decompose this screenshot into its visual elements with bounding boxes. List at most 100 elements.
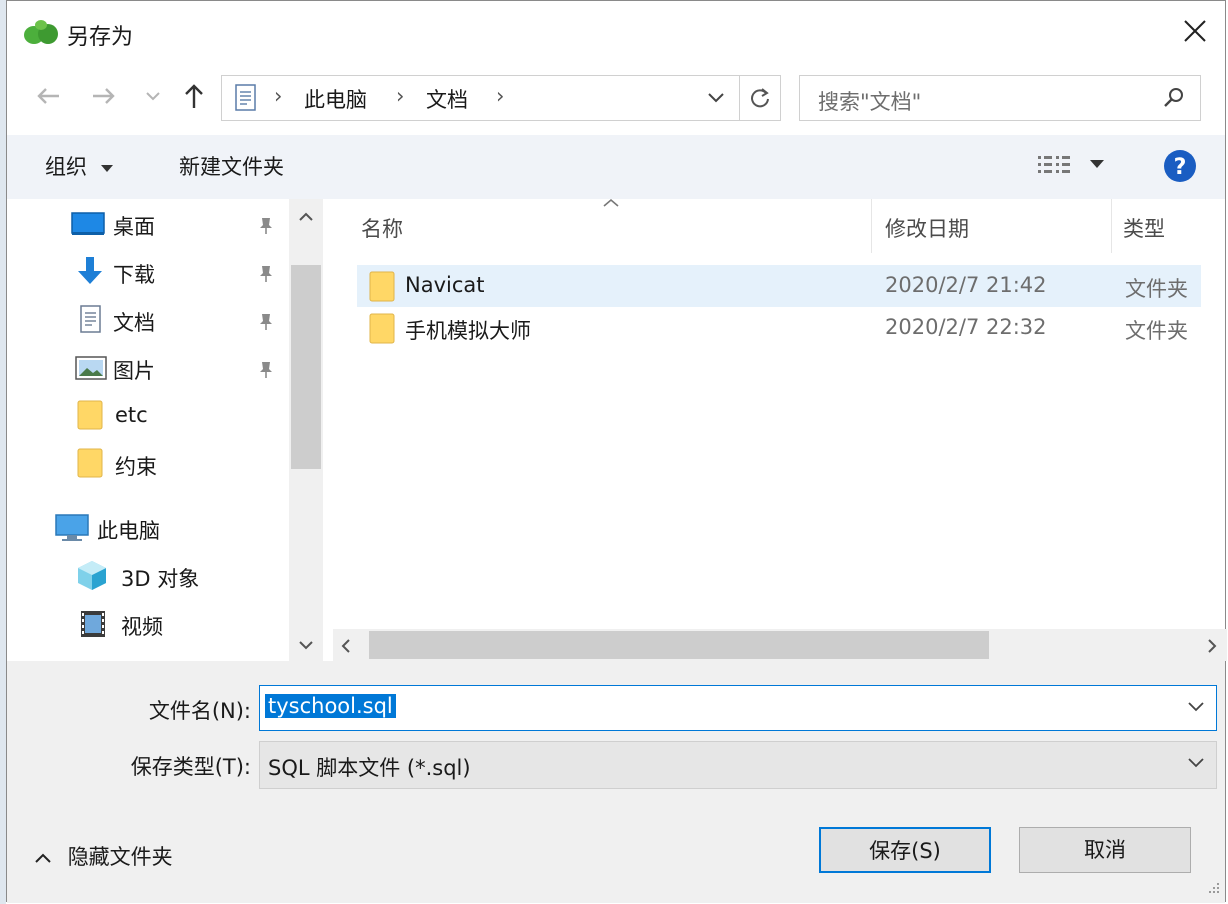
sidebar-item-downloads[interactable]: 下载 xyxy=(71,251,281,291)
document-icon xyxy=(80,305,101,333)
breadcrumb-documents[interactable]: 文档 xyxy=(426,84,468,114)
help-icon[interactable]: ? xyxy=(1163,149,1197,183)
sidebar-item-label: 此电脑 xyxy=(97,519,160,543)
sidebar-item-etc[interactable]: etc xyxy=(71,395,281,435)
scroll-up-icon[interactable] xyxy=(297,209,315,223)
view-dropdown-icon[interactable] xyxy=(1089,159,1105,171)
file-name: 手机模拟大师 xyxy=(405,319,531,343)
file-row[interactable]: 手机模拟大师 2020/2/7 22:32 文件夹 xyxy=(357,307,1201,349)
column-header-label: 类型 xyxy=(1123,217,1165,241)
cancel-button[interactable]: 取消 xyxy=(1019,827,1191,873)
sidebar-item-desktop[interactable]: 桌面 xyxy=(71,203,281,243)
save-button[interactable]: 保存(S) xyxy=(819,827,991,873)
back-button[interactable] xyxy=(31,81,65,115)
new-folder-button[interactable]: 新建文件夹 xyxy=(179,151,284,181)
chevron-down-icon[interactable] xyxy=(1186,700,1206,714)
folder-icon xyxy=(77,400,103,430)
filename-input[interactable]: tyschool.sql xyxy=(259,685,1217,731)
file-modified: 2020/2/7 22:32 xyxy=(885,315,1047,339)
refresh-icon xyxy=(751,88,769,108)
navigation-pane: 桌面 下载 文档 图片 etc 约束 此电脑 3D 对象 视频 xyxy=(7,199,323,661)
view-options-icon[interactable] xyxy=(1037,153,1071,179)
pin-icon[interactable] xyxy=(259,313,273,331)
navigation-scrollbar-thumb[interactable] xyxy=(291,265,321,469)
hide-folders-toggle[interactable]: 隐藏文件夹 xyxy=(33,841,173,871)
arrow-left-icon xyxy=(37,88,59,104)
file-modified: 2020/2/7 21:42 xyxy=(885,273,1047,297)
search-icon[interactable] xyxy=(1162,86,1186,110)
dropdown-triangle-icon xyxy=(100,165,113,172)
pin-icon[interactable] xyxy=(259,217,273,235)
address-bar[interactable]: › 此电脑 › 文档 › xyxy=(221,75,781,121)
dialog-title: 另存为 xyxy=(67,25,134,50)
filename-value: tyschool.sql xyxy=(265,694,396,718)
filetype-select[interactable]: SQL 脚本文件 (*.sql) xyxy=(259,741,1217,789)
scroll-down-icon[interactable] xyxy=(297,639,315,653)
file-list-scrollbar-thumb[interactable] xyxy=(369,631,989,659)
resize-grip-icon[interactable] xyxy=(1203,879,1221,897)
arrow-right-icon xyxy=(93,88,115,104)
sidebar-item-label: 桌面 xyxy=(113,215,155,239)
column-header-modified[interactable]: 修改日期 xyxy=(885,199,1111,257)
up-button[interactable] xyxy=(177,81,211,115)
column-header-label: 修改日期 xyxy=(885,217,969,241)
arrow-up-icon xyxy=(185,84,203,108)
sidebar-item-label: 视频 xyxy=(121,615,163,639)
file-row[interactable]: Navicat 2020/2/7 21:42 文件夹 xyxy=(357,265,1201,307)
breadcrumb-separator-icon: › xyxy=(274,84,283,108)
recent-locations-button[interactable] xyxy=(141,81,165,115)
scroll-right-icon[interactable] xyxy=(1205,637,1219,655)
sidebar-item-3d-objects[interactable]: 3D 对象 xyxy=(71,555,281,595)
sidebar-item-label: 约束 xyxy=(115,455,157,479)
sidebar-item-label: 下载 xyxy=(113,263,155,287)
close-icon[interactable] xyxy=(1179,15,1211,47)
3d-objects-icon xyxy=(78,561,106,590)
column-header-label: 名称 xyxy=(361,217,403,241)
filetype-label: 保存类型(T): xyxy=(130,755,251,779)
picture-icon xyxy=(75,356,107,380)
folder-icon xyxy=(77,448,103,478)
file-type: 文件夹 xyxy=(1125,277,1188,301)
refresh-button[interactable] xyxy=(739,75,781,121)
organize-menu[interactable]: 组织 xyxy=(45,151,114,181)
organize-label: 组织 xyxy=(45,155,87,179)
sidebar-item-label: 图片 xyxy=(113,359,155,383)
sidebar-item-documents[interactable]: 文档 xyxy=(71,299,281,339)
sidebar-item-constraints[interactable]: 约束 xyxy=(71,443,281,483)
sidebar-item-this-pc[interactable]: 此电脑 xyxy=(53,507,283,547)
column-header-name[interactable]: 名称 xyxy=(361,199,871,257)
scroll-left-icon[interactable] xyxy=(339,637,353,655)
pin-icon[interactable] xyxy=(259,361,273,379)
search-placeholder: 搜索"文档" xyxy=(818,90,922,114)
document-icon xyxy=(235,84,256,111)
forward-button[interactable] xyxy=(87,81,121,115)
navicat-logo-icon xyxy=(24,20,58,44)
column-divider[interactable] xyxy=(871,199,872,253)
computer-icon xyxy=(55,514,89,541)
sidebar-item-pictures[interactable]: 图片 xyxy=(71,347,281,387)
breadcrumb-this-pc[interactable]: 此电脑 xyxy=(304,84,367,114)
save-as-dialog: 另存为 › 此电脑 › 文档 › 搜索"文档" 组织 新建文件夹 ? 桌面 下载… xyxy=(6,0,1227,903)
pin-icon[interactable] xyxy=(259,265,273,283)
chevron-up-icon xyxy=(35,853,51,863)
svg-text:?: ? xyxy=(1174,155,1187,180)
breadcrumb-separator-icon: › xyxy=(396,84,405,108)
title-bar: 另存为 xyxy=(7,1,1225,67)
file-type: 文件夹 xyxy=(1125,319,1188,343)
folder-icon xyxy=(369,313,395,344)
hide-folders-label: 隐藏文件夹 xyxy=(67,845,173,869)
breadcrumb-separator-icon: › xyxy=(496,84,505,108)
search-box[interactable]: 搜索"文档" xyxy=(799,75,1201,121)
chevron-down-icon xyxy=(146,92,160,101)
column-divider[interactable] xyxy=(1111,199,1112,253)
sidebar-item-label: etc xyxy=(115,403,148,427)
sidebar-item-videos[interactable]: 视频 xyxy=(71,603,281,643)
chevron-down-icon[interactable] xyxy=(706,90,726,106)
file-name: Navicat xyxy=(405,273,485,297)
sidebar-item-label: 3D 对象 xyxy=(121,567,200,591)
video-icon xyxy=(81,611,105,637)
folder-icon xyxy=(369,271,395,302)
chevron-down-icon xyxy=(1188,758,1204,768)
filename-label: 文件名(N): xyxy=(148,699,251,723)
column-header-type[interactable]: 类型 xyxy=(1123,199,1219,257)
